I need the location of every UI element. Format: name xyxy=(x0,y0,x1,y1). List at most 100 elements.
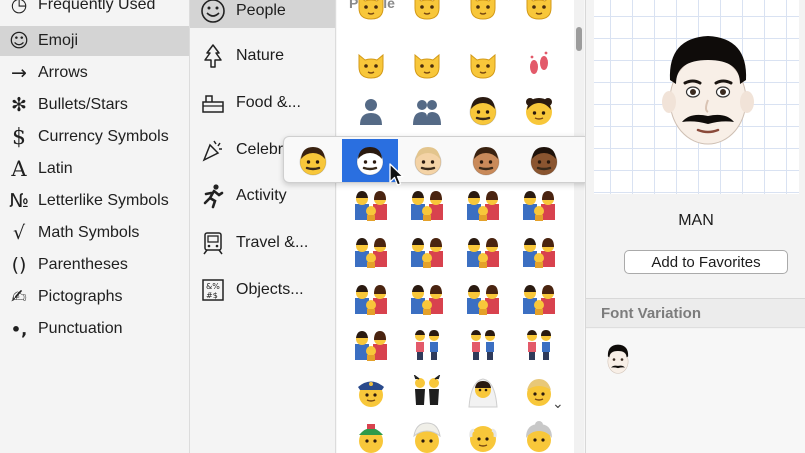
parentheses-icon: () xyxy=(11,254,27,276)
emoji-bride[interactable] xyxy=(461,372,505,412)
subcategory-label: Objects... xyxy=(236,281,304,298)
emoji-older-man[interactable] xyxy=(461,418,505,453)
category-parentheses[interactable]: () Parentheses xyxy=(0,250,189,280)
subcategory-label: Nature xyxy=(236,47,285,64)
emoji-subcategory-list: People Nature Food &... Celebr Activity … xyxy=(190,0,336,453)
emoji-family[interactable] xyxy=(349,232,393,272)
emoji-silhouette[interactable] xyxy=(349,91,393,131)
emoji-family[interactable] xyxy=(405,279,449,319)
objects-icon: &% #$ xyxy=(190,277,236,303)
smiley-icon xyxy=(190,0,236,24)
party-popper-icon xyxy=(190,137,236,163)
emoji-family[interactable] xyxy=(405,232,449,272)
subcategory-travel[interactable]: Travel &... xyxy=(190,226,335,260)
emoji-cat-face[interactable] xyxy=(349,0,393,26)
emoji-grid: People xyxy=(337,0,584,453)
emoji-silhouettes[interactable] xyxy=(405,91,449,131)
emoji-couple[interactable] xyxy=(517,325,561,365)
runner-icon xyxy=(190,183,236,209)
category-label: Math Symbols xyxy=(38,224,140,241)
subcategory-label: Food &... xyxy=(236,94,301,111)
svg-text:#$: #$ xyxy=(206,291,218,300)
mouse-cursor-icon xyxy=(389,163,404,186)
emoji-family[interactable] xyxy=(461,279,505,319)
emoji-family[interactable] xyxy=(349,185,393,225)
tree-icon xyxy=(190,43,236,69)
emoji-family[interactable] xyxy=(461,185,505,225)
numero-icon: № xyxy=(9,190,29,212)
chevron-down-icon[interactable]: ⌄ xyxy=(552,396,564,412)
emoji-older-woman[interactable] xyxy=(517,418,561,453)
emoji-police-officer[interactable] xyxy=(349,372,393,412)
emoji-footprints[interactable] xyxy=(517,45,561,85)
subcategory-people[interactable]: People xyxy=(190,0,335,28)
emoji-turban[interactable] xyxy=(405,418,449,453)
category-math-symbols[interactable]: √ Math Symbols xyxy=(0,218,189,248)
emoji-family[interactable] xyxy=(461,232,505,272)
category-punctuation[interactable]: •, Punctuation xyxy=(0,314,189,344)
emoji-cat-face[interactable] xyxy=(405,0,449,26)
emoji-family[interactable] xyxy=(517,232,561,272)
svg-text:&%: &% xyxy=(206,282,220,291)
clock-icon: ◷ xyxy=(10,0,28,16)
emoji-family[interactable] xyxy=(517,279,561,319)
category-latin[interactable]: A Latin xyxy=(0,154,189,184)
category-emoji[interactable]: ☺ Emoji xyxy=(0,26,189,56)
emoji-cat-face[interactable] xyxy=(461,45,505,85)
emoji-couple[interactable] xyxy=(405,325,449,365)
category-letterlike-symbols[interactable]: № Letterlike Symbols xyxy=(0,186,189,216)
subcategory-food[interactable]: Food &... xyxy=(190,86,335,120)
train-icon xyxy=(190,230,236,256)
emoji-family[interactable] xyxy=(405,185,449,225)
category-currency-symbols[interactable]: $ Currency Symbols xyxy=(0,122,189,152)
man-emoji-variant[interactable] xyxy=(604,343,632,375)
emoji-man-cap[interactable] xyxy=(349,418,393,453)
emoji-cat-face[interactable] xyxy=(349,45,393,85)
category-frequently-used[interactable]: ◷ Frequently Used xyxy=(0,0,189,20)
skin-tone-default-tone[interactable] xyxy=(285,139,341,182)
category-label: Pictographs xyxy=(38,288,123,305)
category-pictographs[interactable]: ✍ Pictographs xyxy=(0,282,189,312)
category-label: Frequently Used xyxy=(38,0,156,13)
category-label: Currency Symbols xyxy=(38,128,169,145)
subcategory-label: Travel &... xyxy=(236,234,309,251)
font-variation-header: Font Variation xyxy=(586,298,805,328)
subcategory-activity[interactable]: Activity xyxy=(190,179,335,213)
category-label: Latin xyxy=(38,160,73,177)
skin-tone-medium-light-tone[interactable] xyxy=(400,139,456,182)
emoji-family[interactable] xyxy=(349,325,393,365)
skin-tone-popover xyxy=(283,136,634,183)
add-to-favorites-button[interactable]: Add to Favorites xyxy=(624,250,788,274)
man-emoji-large xyxy=(662,36,754,145)
subcategory-label: Activity xyxy=(236,187,287,204)
emoji-family[interactable] xyxy=(517,185,561,225)
emoji-cat-face[interactable] xyxy=(405,45,449,85)
category-label: Letterlike Symbols xyxy=(38,192,169,209)
emoji-cat-face[interactable] xyxy=(517,0,561,26)
dollar-icon: $ xyxy=(12,124,26,150)
punctuation-icon: •, xyxy=(10,319,28,339)
subcategory-label: Celebr xyxy=(236,141,284,158)
smiley-icon: ☺ xyxy=(9,30,29,52)
emoji-cat-face[interactable] xyxy=(461,0,505,26)
emoji-couple[interactable] xyxy=(461,325,505,365)
grid-scrollbar[interactable] xyxy=(574,0,584,453)
subcategory-nature[interactable]: Nature xyxy=(190,39,335,73)
emoji-girl[interactable] xyxy=(517,91,561,131)
category-label: Emoji xyxy=(38,32,79,49)
category-label: Punctuation xyxy=(38,320,123,337)
category-sidebar: ◷ Frequently Used ☺ Emoji → Arrows ✻ Bul… xyxy=(0,0,190,453)
scrollbar-thumb[interactable] xyxy=(576,27,582,51)
category-label: Parentheses xyxy=(38,256,128,273)
category-label: Bullets/Stars xyxy=(38,96,128,113)
subcategory-objects[interactable]: &% #$ Objects... xyxy=(190,273,335,307)
food-icon xyxy=(190,90,236,116)
emoji-family[interactable] xyxy=(349,279,393,319)
character-name: MAN xyxy=(678,212,714,229)
skin-tone-medium-dark-tone[interactable] xyxy=(516,139,572,182)
skin-tone-medium-tone[interactable] xyxy=(458,139,514,182)
category-bullets-stars[interactable]: ✻ Bullets/Stars xyxy=(0,90,189,120)
emoji-boy[interactable] xyxy=(461,91,505,131)
emoji-dancers[interactable] xyxy=(405,372,449,412)
category-arrows[interactable]: → Arrows xyxy=(0,58,189,88)
